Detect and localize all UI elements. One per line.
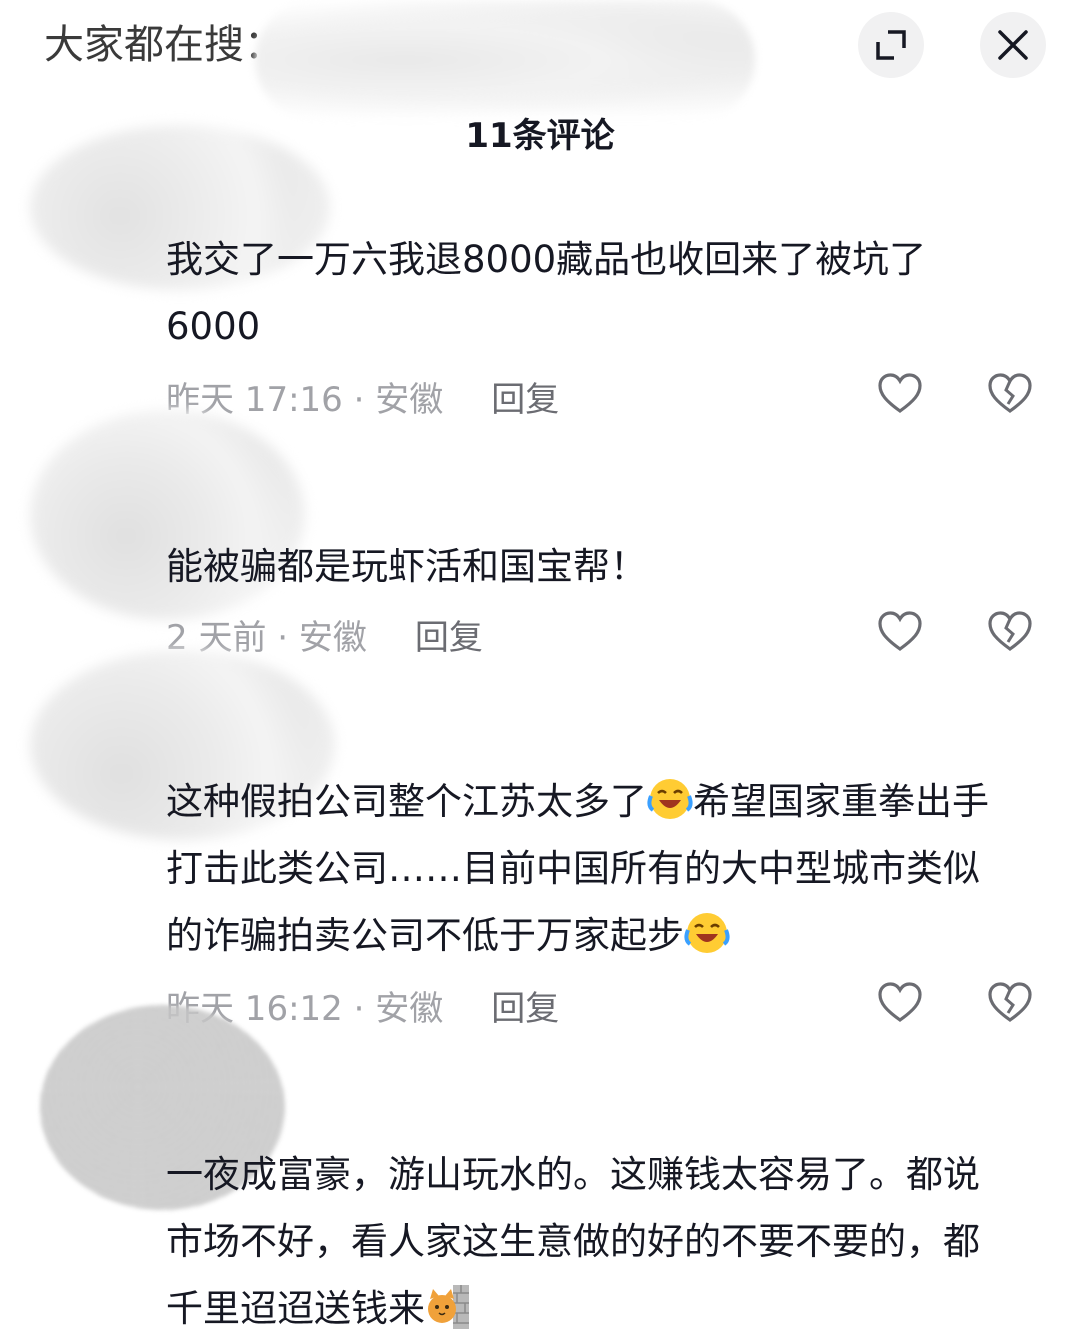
dislike-broken-heart-icon[interactable] bbox=[986, 608, 1034, 656]
like-heart-icon[interactable] bbox=[876, 608, 924, 656]
laughing-crying-emoji-icon bbox=[684, 913, 730, 953]
close-icon bbox=[998, 30, 1028, 60]
dislike-broken-heart-icon[interactable] bbox=[986, 979, 1034, 1027]
dislike-broken-heart-icon[interactable] bbox=[986, 370, 1034, 418]
cat-peeking-wall-emoji-icon bbox=[428, 1285, 469, 1329]
comment-meta: 昨天 17:16 · 安徽 回复 bbox=[166, 372, 559, 421]
like-heart-icon[interactable] bbox=[876, 979, 924, 1027]
reply-button[interactable]: 回复 bbox=[491, 981, 559, 1030]
hot-search-term-blurred[interactable] bbox=[255, 0, 755, 120]
comment-text-part: 这种假拍公司整个江苏太多了 bbox=[166, 780, 647, 823]
expand-icon bbox=[876, 30, 906, 60]
hot-search-prefix: 大家都在搜： bbox=[44, 22, 284, 68]
like-heart-icon[interactable] bbox=[876, 370, 924, 418]
comment-text: 一夜成富豪，游山玩水的。这赚钱太容易了。都说市场不好，看人家这生意做的好的不要不… bbox=[166, 1141, 1016, 1342]
comment-text: 我交了一万六我退8000藏品也收回来了被坑了6000 bbox=[166, 238, 927, 348]
close-button[interactable] bbox=[980, 12, 1046, 78]
reply-button[interactable]: 回复 bbox=[415, 610, 483, 659]
laughing-crying-emoji-icon bbox=[647, 779, 693, 819]
expand-button[interactable] bbox=[858, 12, 924, 78]
reply-button[interactable]: 回复 bbox=[491, 372, 559, 421]
comment-text: 这种假拍公司整个江苏太多了 希望国家重拳出手打击此类公司……目前中国所有的大中型… bbox=[166, 768, 1016, 969]
comment-text-part: 一夜成富豪，游山玩水的。这赚钱太容易了。都说市场不好，看人家这生意做的好的不要不… bbox=[166, 1153, 980, 1330]
comment-text: 能被骗都是玩虾活和国宝帮！ bbox=[166, 545, 647, 588]
